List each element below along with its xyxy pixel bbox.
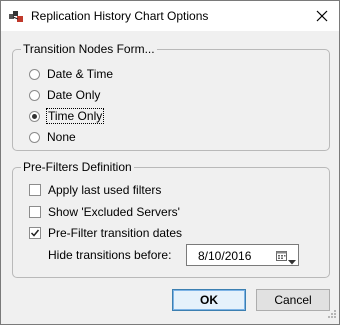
radio-label: Time Only <box>45 108 105 124</box>
radio-label: Date & Time <box>47 67 114 81</box>
checkbox-label: Pre-Filter transition dates <box>48 226 183 240</box>
radio-time-only[interactable]: Time Only <box>29 107 105 125</box>
window-title: Replication History Chart Options <box>31 9 209 23</box>
radio-button[interactable] <box>29 68 40 80</box>
group-legend-transition: Transition Nodes Form... <box>21 42 157 56</box>
checkbox-show-excluded-servers[interactable]: Show 'Excluded Servers' <box>29 203 180 221</box>
calendar-icon[interactable] <box>276 250 287 264</box>
radio-none[interactable]: None <box>29 128 76 146</box>
checkbox-label: Apply last used filters <box>48 183 162 197</box>
app-icon <box>9 9 25 23</box>
date-value: 8/10/2016 <box>198 249 252 263</box>
cancel-button[interactable]: Cancel <box>256 289 330 311</box>
checkbox-checked[interactable] <box>29 227 41 239</box>
close-icon <box>316 10 328 22</box>
checkbox[interactable] <box>29 206 41 218</box>
resize-grip-icon[interactable] <box>327 308 337 322</box>
checkmark-icon <box>30 229 40 237</box>
radio-label: None <box>47 130 76 144</box>
close-button[interactable] <box>305 1 339 31</box>
radio-date-only[interactable]: Date Only <box>29 86 100 104</box>
group-legend-prefilters: Pre-Filters Definition <box>21 160 134 174</box>
radio-button[interactable] <box>29 89 40 101</box>
ok-button[interactable]: OK <box>172 289 246 311</box>
checkbox[interactable] <box>29 184 41 196</box>
radio-label: Date Only <box>47 88 101 102</box>
checkbox-apply-last-filters[interactable]: Apply last used filters <box>29 181 161 199</box>
title-bar: Replication History Chart Options <box>1 1 339 31</box>
checkbox-prefilter-dates[interactable]: Pre-Filter transition dates <box>29 224 182 242</box>
hide-transitions-label: Hide transitions before: <box>48 248 172 262</box>
chevron-down-icon[interactable] <box>288 254 296 268</box>
radio-button-selected[interactable] <box>29 110 40 122</box>
checkbox-label: Show 'Excluded Servers' <box>48 205 180 219</box>
radio-button[interactable] <box>29 131 40 143</box>
date-picker[interactable]: 8/10/2016 <box>186 244 299 266</box>
dialog-window: Replication History Chart Options Transi… <box>0 0 340 325</box>
radio-date-time[interactable]: Date & Time <box>29 65 113 83</box>
